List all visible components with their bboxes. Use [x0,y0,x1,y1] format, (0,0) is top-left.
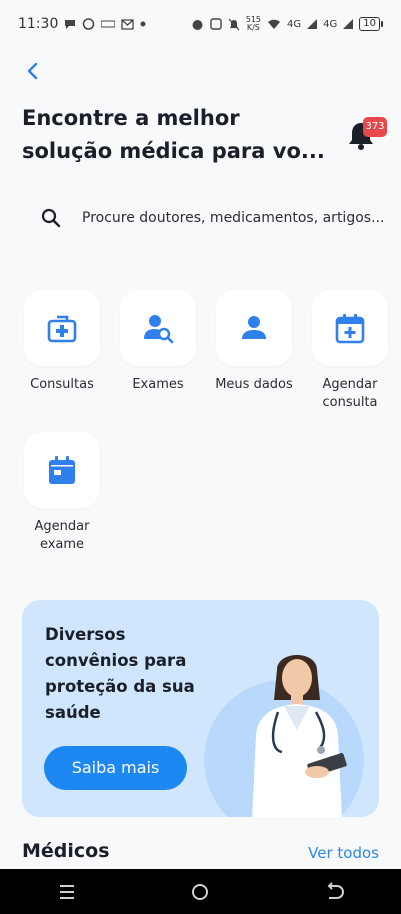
alarm-icon [192,19,203,30]
promo-banner: Diversos convênios para proteção da sua … [22,600,379,817]
shortcut-meus-dados-label: Meus dados [215,377,293,392]
shortcut-exames[interactable]: Exames [110,290,206,394]
ver-todos-link[interactable]: Ver todos [308,844,379,862]
shortcut-consultas-box[interactable] [24,290,100,366]
doctor-illustration [252,655,347,817]
search-input[interactable]: Procure doutores, medicamentos, artigos.… [82,210,384,226]
back-arrow-icon[interactable] [22,60,44,82]
shortcut-agendar-exame[interactable]: Agendar exame [14,432,110,554]
app-icon [83,18,95,30]
status-left: 11:30 [18,16,146,32]
doctors-section-title: Médicos [22,840,110,862]
back-nav-icon[interactable] [322,880,346,904]
uber-icon [101,20,116,28]
search-icon [41,208,61,228]
mute-icon [228,18,240,30]
shortcut-agendar-consulta-label: Agendar consulta [322,377,378,410]
home-icon[interactable] [188,880,212,904]
network-label-2: 4G [323,18,338,30]
calendar-add-icon [335,314,365,344]
medical-kit-icon [47,315,77,343]
dot-icon [140,21,146,27]
menu-icon[interactable] [55,880,79,904]
wifi-icon [268,19,281,29]
system-nav-bar [0,869,401,914]
mail-icon [121,18,135,30]
search-bar[interactable]: Procure doutores, medicamentos, artigos.… [40,200,385,236]
shortcut-consultas[interactable]: Consultas [14,290,110,394]
battery-tip [381,21,383,27]
speed-unit: K/S [246,23,260,32]
shortcut-meus-dados[interactable]: Meus dados [206,290,302,394]
status-right: 515 K/S 4G 4G 10 [191,16,383,32]
battery-level: 10 [359,17,380,31]
shortcut-exames-label: Exames [132,377,184,392]
status-time: 11:30 [18,16,59,32]
shortcut-agendar-exame-box[interactable] [24,432,100,508]
shortcut-exames-box[interactable] [120,290,196,366]
shortcut-agendar-consulta[interactable]: Agendar consulta [302,290,398,412]
shortcut-meus-dados-box[interactable] [216,290,292,366]
user-search-icon [144,315,174,344]
notification-badge: 373 [363,117,387,137]
nfc-icon [210,18,222,30]
banner-text: Diversos convênios para proteção da sua … [45,625,195,722]
shortcut-agendar-consulta-box[interactable] [312,290,388,366]
signal-icon-2 [343,19,354,29]
battery-icon: 10 [359,17,383,31]
chat-icon [65,20,76,29]
person-icon [242,316,266,339]
speed-indicator: 515 K/S [246,16,261,32]
status-bar: 11:30 515 K/S 4G 4G 10 [0,0,401,48]
calendar-icon [49,456,75,484]
shortcut-consultas-label: Consultas [30,377,94,392]
signal-icon [307,19,318,29]
saiba-mais-button[interactable]: Saiba mais [44,746,187,790]
network-label-1: 4G [287,18,302,30]
page-title: Encontre a melhor solução médica para vo… [22,106,325,163]
shortcut-agendar-exame-label: Agendar exame [34,519,90,552]
